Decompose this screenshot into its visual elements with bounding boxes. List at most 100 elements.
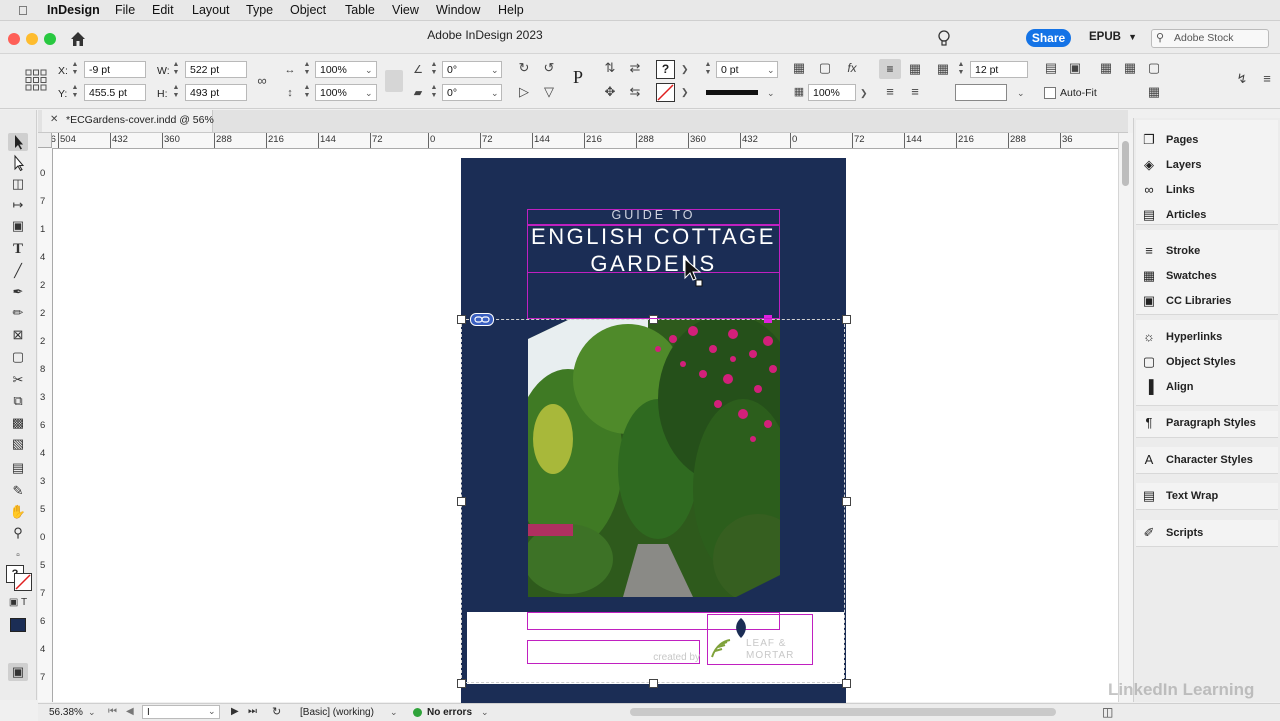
fit-frame-content-icon[interactable]: ▣: [1066, 59, 1084, 77]
fill-frame-icon[interactable]: ▦: [1121, 59, 1139, 77]
panel-item-articles[interactable]: ▤ Articles: [1140, 205, 1280, 225]
next-page-icon[interactable]: ▶: [231, 706, 239, 717]
wrap-jump-icon[interactable]: ≡: [906, 83, 924, 101]
chevron-down-icon[interactable]: ⌄: [88, 707, 96, 718]
last-page-icon[interactable]: ⏭: [248, 706, 257, 717]
handle-bottom-left[interactable]: [457, 679, 466, 688]
select-next-icon[interactable]: ⇆: [626, 83, 644, 101]
opacity-field[interactable]: 100%: [808, 84, 856, 101]
direct-selection-tool-icon[interactable]: [8, 154, 28, 172]
link-icon[interactable]: [470, 313, 494, 326]
menu-window[interactable]: Window: [436, 3, 480, 17]
document-tab[interactable]: ✕ *ECGardens-cover.indd @ 56%: [42, 110, 214, 132]
preflight-status[interactable]: No errors: [427, 707, 472, 718]
gap-stepper[interactable]: ▲ ▼: [957, 61, 965, 78]
handle-bottom-right[interactable]: [842, 679, 851, 688]
workspace-switcher[interactable]: EPUB ▼: [1089, 31, 1137, 43]
link-scale-icon[interactable]: [385, 70, 403, 92]
default-colors-icon[interactable]: ▫: [8, 547, 28, 565]
page-tool-icon[interactable]: ◫: [8, 175, 28, 193]
panel-item-links[interactable]: ∞ Links: [1140, 180, 1280, 200]
apply-color-icon[interactable]: [10, 618, 26, 632]
style-preview-box[interactable]: [955, 84, 1007, 101]
center-content-icon[interactable]: ▦: [1097, 59, 1115, 77]
auto-fit-checkbox[interactable]: [1044, 87, 1056, 99]
style-status[interactable]: [Basic] (working): [300, 707, 374, 718]
handle-top-right[interactable]: [842, 315, 851, 324]
stroke-swatch-icon[interactable]: [656, 83, 675, 102]
y-field[interactable]: 455.5 pt: [84, 84, 146, 101]
minimize-window-button[interactable]: [26, 33, 38, 45]
gap-tool-icon[interactable]: ↦: [8, 196, 28, 214]
content-aware-fit-icon[interactable]: ▦: [1145, 83, 1163, 101]
fit-proportionally-icon[interactable]: ▢: [1145, 59, 1163, 77]
chevron-down-icon[interactable]: ⌄: [767, 65, 775, 76]
vertical-scroll-thumb[interactable]: [1122, 141, 1129, 186]
logo-frame[interactable]: LEAF & MORTAR: [707, 614, 813, 665]
zoom-tool-icon[interactable]: ⚲: [8, 524, 28, 542]
panel-item-align[interactable]: ▐ Align: [1140, 377, 1280, 397]
close-window-button[interactable]: [8, 33, 20, 45]
chevron-down-icon[interactable]: ⌄: [491, 88, 499, 99]
handle-top-left[interactable]: [457, 315, 466, 324]
split-window-icon[interactable]: ◫: [1102, 705, 1113, 719]
panel-menu-icon[interactable]: ≡: [1258, 70, 1276, 88]
panel-item-scripts[interactable]: ✐ Scripts: [1140, 523, 1280, 543]
w-stepper[interactable]: ▲ ▼: [172, 61, 180, 78]
text-wrap-none-icon[interactable]: ≡: [879, 59, 901, 79]
chevron-down-icon[interactable]: ⌄: [491, 65, 499, 76]
stroke-weight-stepper[interactable]: ▲ ▼: [704, 61, 712, 78]
h-stepper[interactable]: ▲ ▼: [172, 84, 180, 101]
chevron-down-icon[interactable]: ⌄: [390, 707, 398, 718]
w-field[interactable]: 522 pt: [185, 61, 247, 78]
frame-edge-icon[interactable]: ▢: [816, 59, 834, 77]
rotate-spread-icon[interactable]: ↻: [272, 705, 281, 718]
select-content-icon[interactable]: ✥: [601, 83, 619, 101]
panel-item-character-styles[interactable]: A Character Styles: [1140, 450, 1280, 470]
flip-horizontal-icon[interactable]: ▷: [515, 83, 533, 101]
panel-item-swatches[interactable]: ▦ Swatches: [1140, 266, 1280, 286]
share-button[interactable]: Share: [1026, 29, 1071, 47]
menu-layout[interactable]: Layout: [192, 3, 230, 17]
menu-edit[interactable]: Edit: [152, 3, 174, 17]
home-icon[interactable]: [69, 30, 87, 48]
vertical-scrollbar[interactable]: [1118, 133, 1133, 702]
chevron-down-icon[interactable]: ⌄: [481, 707, 489, 718]
y-stepper[interactable]: ▲ ▼: [71, 84, 79, 101]
vertical-ruler[interactable]: 0714222836435057647: [38, 148, 53, 702]
apple-icon[interactable]: : [18, 3, 28, 18]
panel-item-cc-libraries[interactable]: ▣ CC Libraries: [1140, 291, 1280, 311]
free-transform-tool-icon[interactable]: ⧉: [8, 392, 28, 410]
shear-stepper[interactable]: ▲ ▼: [430, 84, 438, 101]
menu-object[interactable]: Object: [290, 3, 326, 17]
stock-search-input[interactable]: ⚲ Adobe Stock: [1151, 29, 1269, 48]
chevron-down-icon[interactable]: ⌄: [767, 88, 775, 99]
menu-table[interactable]: Table: [345, 3, 375, 17]
line-tool-icon[interactable]: ╱: [8, 262, 28, 280]
rotation-stepper[interactable]: ▲ ▼: [430, 61, 438, 78]
rotate-ccw-icon[interactable]: ↺: [540, 59, 558, 77]
chevron-down-icon[interactable]: ⌄: [208, 706, 216, 717]
chevron-down-icon[interactable]: ⌄: [365, 65, 373, 76]
pencil-tool-icon[interactable]: ✏: [8, 304, 28, 322]
rectangle-tool-icon[interactable]: ▢: [8, 348, 28, 366]
app-menu[interactable]: InDesign: [47, 3, 100, 17]
x-field[interactable]: -9 pt: [84, 61, 146, 78]
menu-view[interactable]: View: [392, 3, 419, 17]
eyedropper-tool-icon[interactable]: ✎: [8, 482, 28, 500]
screen-mode-icon[interactable]: ▣: [8, 663, 28, 681]
x-stepper[interactable]: ▲ ▼: [71, 61, 79, 78]
first-page-icon[interactable]: ⏮: [108, 706, 117, 717]
handle-middle-left[interactable]: [457, 497, 466, 506]
panel-item-paragraph-styles[interactable]: ¶ Paragraph Styles: [1140, 413, 1280, 433]
select-container-icon[interactable]: ⇅: [601, 59, 619, 77]
scale-x-stepper[interactable]: ▲ ▼: [303, 61, 311, 78]
chevron-right-icon[interactable]: ❯: [860, 88, 868, 99]
effects-icon[interactable]: fx: [843, 59, 861, 77]
reference-point-icon[interactable]: [25, 69, 47, 91]
scissors-tool-icon[interactable]: ✂: [8, 371, 28, 389]
hand-tool-icon[interactable]: ✋: [8, 503, 28, 521]
content-collector-icon[interactable]: ▣: [8, 217, 28, 235]
stroke-box-icon[interactable]: [14, 573, 32, 591]
fit-content-frame-icon[interactable]: ▤: [1042, 59, 1060, 77]
